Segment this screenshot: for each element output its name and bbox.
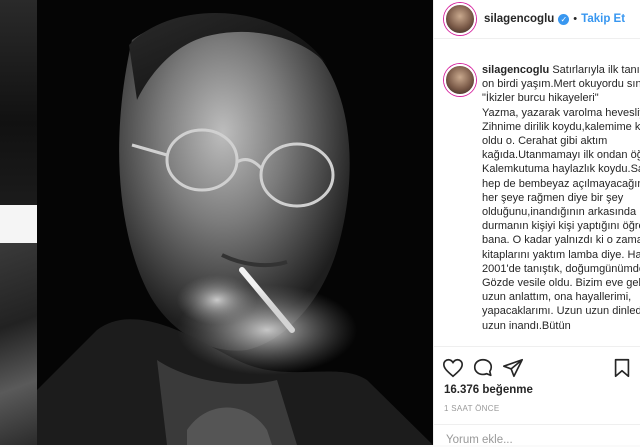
caption-avatar[interactable] [444, 64, 476, 96]
verified-badge-icon: ✓ [558, 13, 570, 25]
comment-icon[interactable] [472, 357, 494, 379]
separator-dot: • [573, 13, 578, 25]
caption-area[interactable]: silagencoglu Satırlarıyla ilk tanıştığım… [434, 56, 640, 366]
previous-post-image-top [0, 0, 37, 205]
likes-count[interactable]: 16.376 beğenme [444, 384, 533, 396]
follow-button[interactable]: Takip Et [581, 13, 625, 25]
action-bar [434, 346, 640, 387]
post-photo[interactable] [37, 0, 433, 445]
bookmark-icon[interactable] [611, 357, 633, 379]
caption-username[interactable]: silagencoglu [482, 64, 549, 76]
post-header: silagencoglu ✓ • Takip Et [434, 0, 640, 39]
portrait-image [37, 0, 433, 445]
comment-bar [434, 424, 640, 447]
post-side-panel: silagencoglu ✓ • Takip Et silagencoglu S… [433, 0, 640, 447]
previous-post-strip[interactable] [0, 0, 37, 445]
post-timestamp[interactable]: 1 SAAT ÖNCE [444, 404, 499, 413]
caption-text: Satırlarıyla ilk tanıştığımda on birdi y… [482, 64, 640, 332]
header-username[interactable]: silagencoglu [484, 13, 554, 25]
avatar[interactable] [444, 3, 476, 35]
share-icon[interactable] [502, 357, 524, 379]
heart-icon[interactable] [442, 357, 464, 379]
caption-text-block: silagencoglu Satırlarıyla ilk tanıştığım… [482, 63, 640, 333]
previous-post-image-bottom [0, 243, 37, 445]
strip-divider [0, 205, 37, 243]
action-icons [442, 357, 524, 379]
